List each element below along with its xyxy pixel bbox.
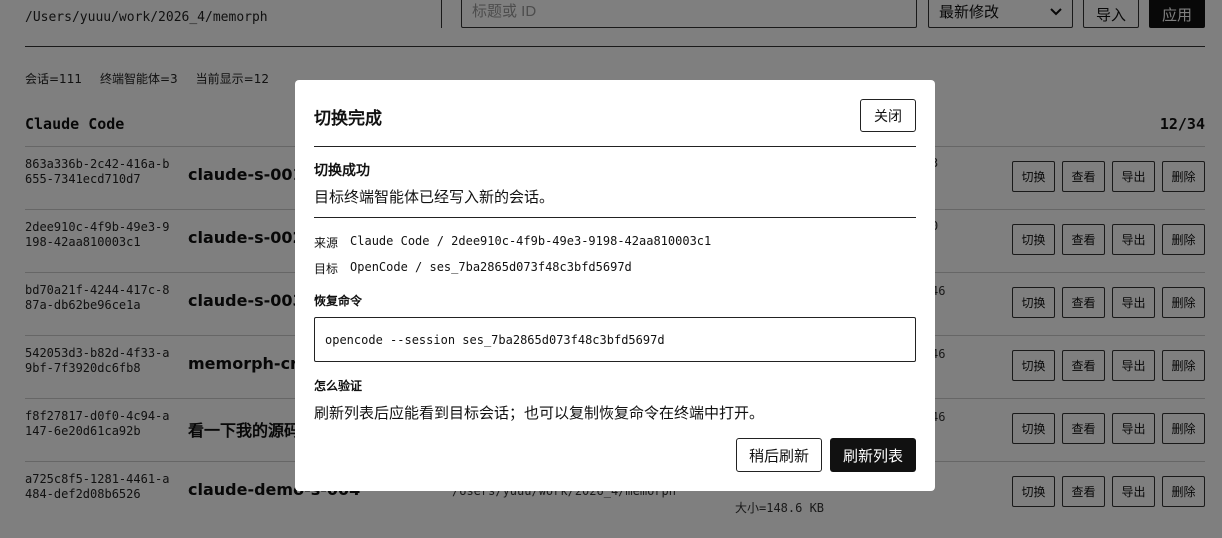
verify-label: 怎么验证	[314, 379, 363, 393]
target-label: 目标	[314, 262, 339, 276]
verify-message: 刷新列表后应能看到目标会话；也可以复制恢复命令在终端中打开。	[314, 404, 765, 422]
success-message: 目标终端智能体已经写入新的会话。	[314, 188, 555, 206]
restore-command-box[interactable]: opencode --session ses_7ba2865d073f48c3b…	[314, 317, 916, 362]
dialog-title: 切换完成	[314, 109, 382, 129]
restore-command-label: 恢复命令	[314, 294, 363, 308]
source-line: 来源 Claude Code / 2dee910c-4f9b-49e3-9198…	[314, 234, 711, 251]
success-heading: 切换成功	[314, 163, 370, 179]
close-button[interactable]: 关闭	[860, 99, 916, 132]
source-value: Claude Code / 2dee910c-4f9b-49e3-9198-42…	[350, 234, 712, 248]
source-label: 来源	[314, 236, 339, 250]
target-value: OpenCode / ses_7ba2865d073f48c3bfd5697d	[350, 260, 632, 274]
refresh-list-button[interactable]: 刷新列表	[830, 438, 916, 472]
target-line: 目标 OpenCode / ses_7ba2865d073f48c3bfd569…	[314, 260, 632, 277]
refresh-later-button[interactable]: 稍后刷新	[736, 438, 822, 472]
switch-complete-dialog: 切换完成 关闭 切换成功 目标终端智能体已经写入新的会话。 来源 Claude …	[295, 80, 935, 491]
dialog-divider	[314, 217, 916, 218]
dialog-divider	[314, 146, 916, 147]
